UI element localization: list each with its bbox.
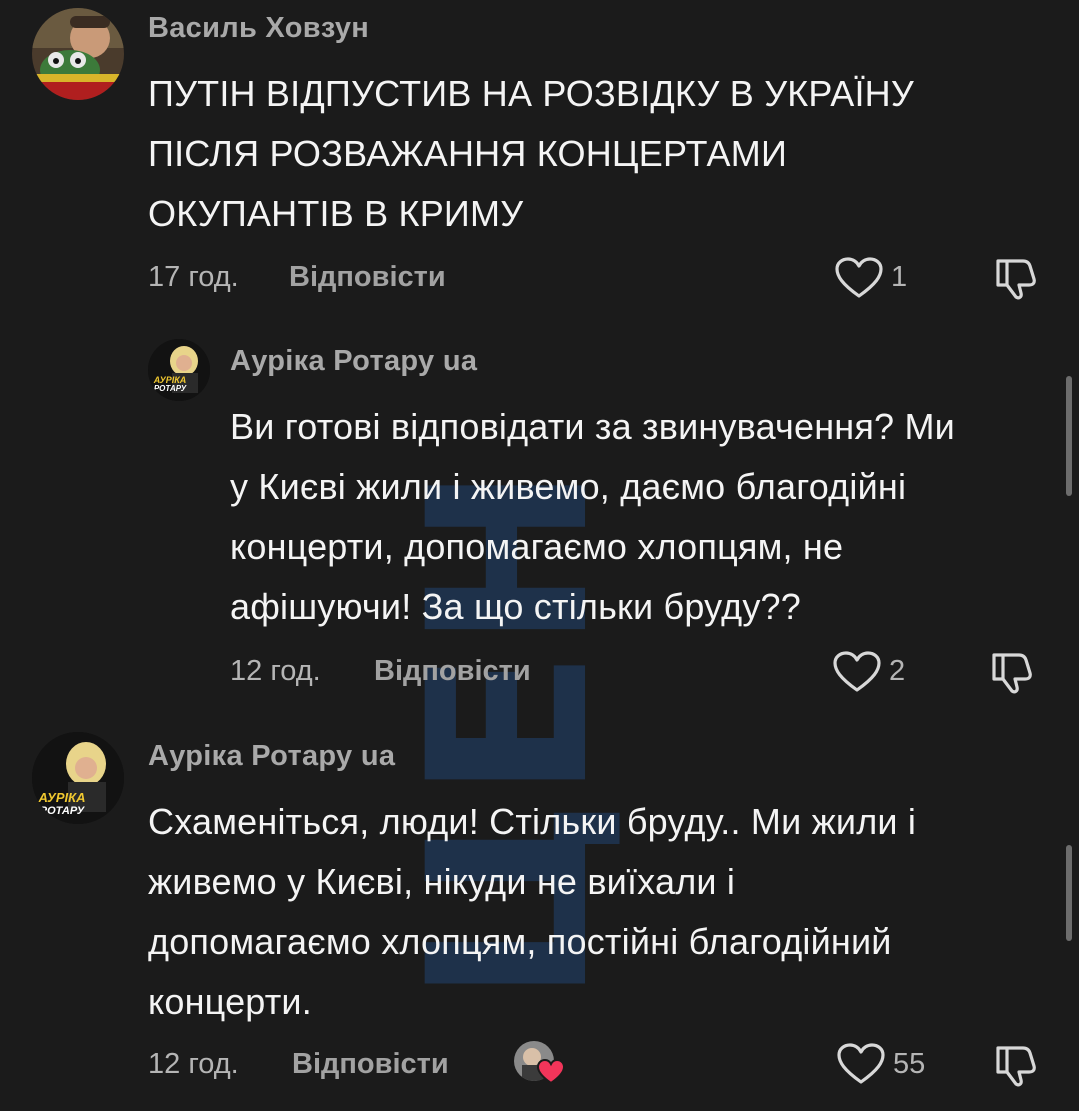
avatar-vasyl[interactable]	[32, 8, 124, 100]
scrollbar-thumb[interactable]	[1066, 845, 1072, 941]
comment-time: 12 год.	[148, 1048, 239, 1080]
avatar-logo-text: АУРІКА	[37, 790, 85, 805]
like-count: 2	[889, 655, 906, 687]
heart-icon[interactable]	[832, 650, 882, 694]
avatar-logo-text: РОТАРУ	[154, 384, 187, 393]
avatar-photo	[32, 8, 124, 100]
comment-text-line: ПІСЛЯ РОЗВАЖАННЯ КОНЦЕРТАМИ	[148, 133, 788, 174]
heart-icon[interactable]	[836, 1042, 886, 1086]
reply-button[interactable]: Відповісти	[374, 655, 531, 688]
avatar-aurika[interactable]: АУРІКА РОТАРУ	[32, 732, 124, 824]
avatar-logo-text: РОТАРУ	[40, 805, 86, 817]
comment-time: 17 год.	[148, 261, 239, 293]
thumbs-down-icon[interactable]	[989, 647, 1035, 695]
comment-author[interactable]: Аурiка Ротару ua	[230, 345, 477, 378]
comment-text: Схаменіться, люди! Стільки бруду.. Ми жи…	[148, 792, 916, 1032]
comment-text-line: Ви готові відповідати за звинувачення? М…	[230, 406, 955, 447]
comment-text: ПУТІН ВІДПУСТИВ НА РОЗВІДКУ В УКРАЇНУ ПІ…	[148, 64, 914, 244]
comment-text-line: у Києві жили і живемо, даємо благодійні	[230, 466, 907, 507]
reply-button[interactable]: Відповісти	[289, 261, 446, 294]
comment-text-line: афішуючи! За що стільки бруду??	[230, 586, 802, 627]
comment-author[interactable]: Василь Ховзун	[148, 12, 369, 45]
comment-text-line: Схаменіться, люди! Стільки бруду.. Ми жи…	[148, 801, 917, 842]
like-count: 55	[893, 1048, 926, 1080]
comment-text-line: допомагаємо хлопцям, постійні благодійни…	[148, 921, 892, 962]
comment-author[interactable]: Аурiка Ротару ua	[148, 740, 395, 773]
comment-time: 12 год.	[230, 655, 321, 687]
comment-text: Ви готові відповідати за звинувачення? М…	[230, 397, 955, 637]
avatar-aurika[interactable]: АУРІКА РОТАРУ	[148, 339, 210, 401]
thumbs-down-icon[interactable]	[993, 1040, 1039, 1088]
heart-icon[interactable]	[834, 256, 884, 300]
scrollbar-thumb[interactable]	[1066, 376, 1072, 496]
thumbs-down-icon[interactable]	[993, 253, 1039, 301]
avatar-photo: АУРІКА РОТАРУ	[148, 339, 210, 401]
like-count: 1	[891, 261, 908, 293]
comment-text-line: концерти, допомагаємо хлопцям, не	[230, 526, 844, 567]
comment-text-line: ОКУПАНТІВ В КРИМУ	[148, 193, 524, 234]
reply-button[interactable]: Відповісти	[292, 1048, 449, 1081]
creator-heart-icon	[537, 1059, 565, 1085]
comment-text-line: концерти.	[148, 981, 312, 1022]
comment-text-line: ПУТІН ВІДПУСТИВ НА РОЗВІДКУ В УКРАЇНУ	[148, 73, 914, 114]
avatar-photo: АУРІКА РОТАРУ	[32, 732, 124, 824]
comment-text-line: живемо у Києві, нікуди не виїхали і	[148, 861, 736, 902]
